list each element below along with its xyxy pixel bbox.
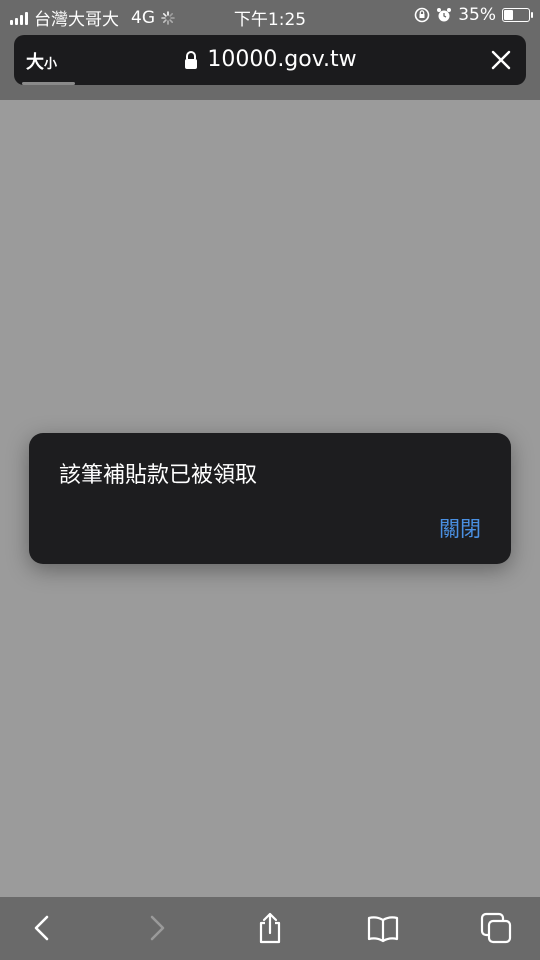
close-dialog-button[interactable]: 關閉 — [439, 513, 481, 543]
browser-toolbar — [0, 897, 540, 960]
address-text: 10000.gov.tw — [207, 47, 357, 72]
close-icon[interactable] — [488, 47, 514, 73]
address-display[interactable]: 10000.gov.tw — [14, 47, 526, 72]
tabs-icon[interactable] — [479, 911, 513, 945]
battery-percent: 35% — [458, 5, 496, 25]
lock-icon — [185, 51, 198, 69]
share-icon[interactable] — [253, 911, 287, 945]
url-bar[interactable]: 大小 10000.gov.tw — [14, 35, 526, 85]
browser-chrome-top: 台灣大哥大 4G 下午1:25 35% 大小 10000.gov.tw — [0, 0, 540, 100]
back-icon[interactable] — [25, 911, 59, 945]
page-load-progress — [22, 82, 75, 85]
bookmarks-icon[interactable] — [366, 911, 400, 945]
forward-icon[interactable] — [140, 911, 174, 945]
status-right: 35% — [414, 5, 533, 25]
status-bar: 台灣大哥大 4G 下午1:25 35% — [0, 0, 540, 32]
alert-dialog: 該筆補貼款已被領取 關閉 — [29, 433, 511, 564]
alarm-icon — [437, 8, 452, 22]
alert-message: 該筆補貼款已被領取 — [59, 463, 258, 488]
battery-icon — [502, 8, 533, 22]
orientation-lock-icon — [414, 7, 430, 23]
